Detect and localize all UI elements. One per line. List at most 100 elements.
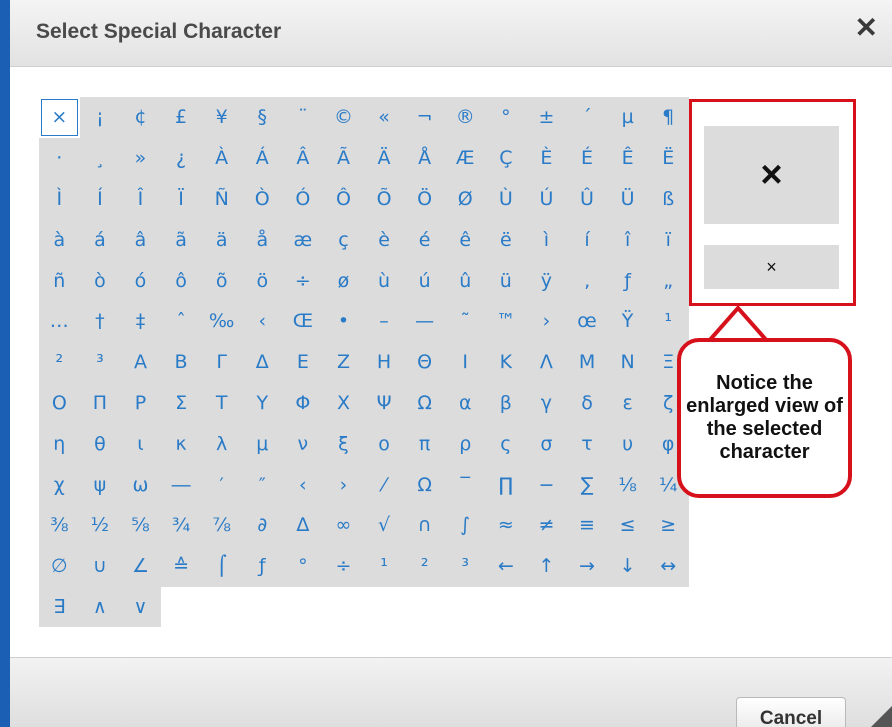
char-cell[interactable]: Ó xyxy=(282,178,324,220)
char-cell[interactable]: ∞ xyxy=(323,504,364,546)
char-cell[interactable]: ² xyxy=(404,545,445,587)
char-cell[interactable]: ÷ xyxy=(323,545,364,587)
char-cell[interactable]: Ò xyxy=(241,178,283,220)
char-cell[interactable]: ç xyxy=(323,219,364,261)
char-cell[interactable]: ν xyxy=(282,423,324,465)
char-cell[interactable]: Â xyxy=(282,137,324,179)
char-cell[interactable]: ® xyxy=(444,97,486,138)
char-cell[interactable]: Å xyxy=(404,137,445,179)
char-cell[interactable]: ì xyxy=(526,219,567,261)
resize-handle-icon[interactable] xyxy=(870,706,892,727)
char-cell[interactable]: ≙ xyxy=(160,545,202,587)
char-cell[interactable]: ï xyxy=(647,219,689,261)
char-cell[interactable]: Κ xyxy=(485,341,527,383)
char-cell[interactable]: Δ xyxy=(241,341,283,383)
char-cell[interactable]: œ xyxy=(566,300,608,342)
char-cell[interactable]: Η xyxy=(363,341,405,383)
char-cell[interactable]: π xyxy=(404,423,445,465)
char-cell[interactable]: ³ xyxy=(444,545,486,587)
char-cell[interactable]: á xyxy=(79,219,121,261)
char-cell[interactable]: Ë xyxy=(647,137,689,179)
char-cell[interactable]: Ü xyxy=(607,178,648,220)
char-cell[interactable]: ƒ xyxy=(607,260,648,301)
char-cell[interactable]: Ä xyxy=(363,137,405,179)
cancel-button[interactable]: Cancel xyxy=(736,697,846,727)
char-cell[interactable]: Ζ xyxy=(323,341,364,383)
char-cell[interactable]: ¡ xyxy=(79,97,121,138)
char-cell[interactable]: α xyxy=(444,382,486,424)
char-cell[interactable]: δ xyxy=(566,382,608,424)
char-cell[interactable]: ≈ xyxy=(485,504,527,546)
char-cell[interactable]: ↔ xyxy=(647,545,689,587)
char-cell[interactable]: ú xyxy=(404,260,445,301)
char-cell[interactable]: Ÿ xyxy=(607,300,648,342)
char-cell-selected[interactable]: × xyxy=(41,99,78,136)
char-cell[interactable]: ù xyxy=(363,260,405,301)
char-cell[interactable]: à xyxy=(39,219,80,261)
char-cell[interactable]: ö xyxy=(241,260,283,301)
char-cell[interactable]: ≡ xyxy=(566,504,608,546)
char-cell[interactable]: ∧ xyxy=(79,586,121,628)
char-cell[interactable]: ä xyxy=(201,219,242,261)
char-cell[interactable]: ∏ xyxy=(485,464,527,505)
char-cell[interactable]: Û xyxy=(566,178,608,220)
char-cell[interactable]: Ê xyxy=(607,137,648,179)
char-cell[interactable]: À xyxy=(201,137,242,179)
char-cell[interactable]: θ xyxy=(79,423,121,465)
char-cell[interactable]: σ xyxy=(526,423,567,465)
char-cell[interactable]: Υ xyxy=(241,382,283,424)
char-cell[interactable]: Ù xyxy=(485,178,527,220)
char-cell[interactable]: Ο xyxy=(39,382,80,424)
char-cell[interactable]: Ψ xyxy=(363,382,405,424)
char-cell[interactable]: £ xyxy=(160,97,202,138)
char-cell[interactable]: ˜ xyxy=(444,300,486,342)
char-cell[interactable]: ∑ xyxy=(566,464,608,505)
char-cell[interactable]: ∠ xyxy=(120,545,161,587)
char-cell[interactable]: ⅞ xyxy=(201,504,242,546)
char-cell[interactable]: » xyxy=(120,137,161,179)
char-cell[interactable]: Ø xyxy=(444,178,486,220)
char-cell[interactable]: Π xyxy=(79,382,121,424)
char-cell[interactable]: ¹ xyxy=(647,300,689,342)
char-cell[interactable]: í xyxy=(566,219,608,261)
char-cell[interactable]: ε xyxy=(607,382,648,424)
char-cell[interactable]: μ xyxy=(241,423,283,465)
char-cell[interactable]: ≠ xyxy=(526,504,567,546)
char-cell[interactable]: „ xyxy=(647,260,689,301)
char-cell[interactable]: ⅛ xyxy=(607,464,648,505)
char-cell[interactable]: Ñ xyxy=(201,178,242,220)
char-cell[interactable]: â xyxy=(120,219,161,261)
char-cell[interactable]: ∨ xyxy=(120,586,161,628)
char-cell[interactable]: Œ xyxy=(282,300,324,342)
char-cell[interactable]: ˆ xyxy=(160,300,202,342)
char-cell[interactable]: É xyxy=(566,137,608,179)
char-cell[interactable]: λ xyxy=(201,423,242,465)
char-cell[interactable]: γ xyxy=(526,382,567,424)
char-cell[interactable]: ¶ xyxy=(647,97,689,138)
char-cell[interactable]: Ã xyxy=(323,137,364,179)
char-cell[interactable]: … xyxy=(39,300,80,342)
char-cell[interactable]: Ï xyxy=(160,178,202,220)
char-cell[interactable]: ≥ xyxy=(647,504,689,546)
char-cell[interactable]: ‡ xyxy=(120,300,161,342)
char-cell[interactable]: ÿ xyxy=(526,260,567,301)
char-cell[interactable]: Ρ xyxy=(120,382,161,424)
char-cell[interactable]: ò xyxy=(79,260,121,301)
char-cell[interactable]: ∂ xyxy=(241,504,283,546)
char-cell[interactable]: ã xyxy=(160,219,202,261)
char-cell[interactable]: κ xyxy=(160,423,202,465)
char-cell[interactable]: Β xyxy=(160,341,202,383)
char-cell[interactable]: Î xyxy=(120,178,161,220)
char-cell[interactable]: Γ xyxy=(201,341,242,383)
char-cell[interactable]: η xyxy=(39,423,80,465)
char-cell[interactable]: Æ xyxy=(444,137,486,179)
char-cell[interactable]: Õ xyxy=(363,178,405,220)
char-cell[interactable]: ι xyxy=(120,423,161,465)
char-cell[interactable]: Α xyxy=(120,341,161,383)
char-cell[interactable]: · xyxy=(39,137,80,179)
char-cell[interactable]: ¾ xyxy=(160,504,202,546)
char-cell[interactable]: Ì xyxy=(39,178,80,220)
char-cell[interactable]: ′ xyxy=(201,464,242,505)
char-cell[interactable]: Χ xyxy=(323,382,364,424)
char-cell[interactable]: ¥ xyxy=(201,97,242,138)
